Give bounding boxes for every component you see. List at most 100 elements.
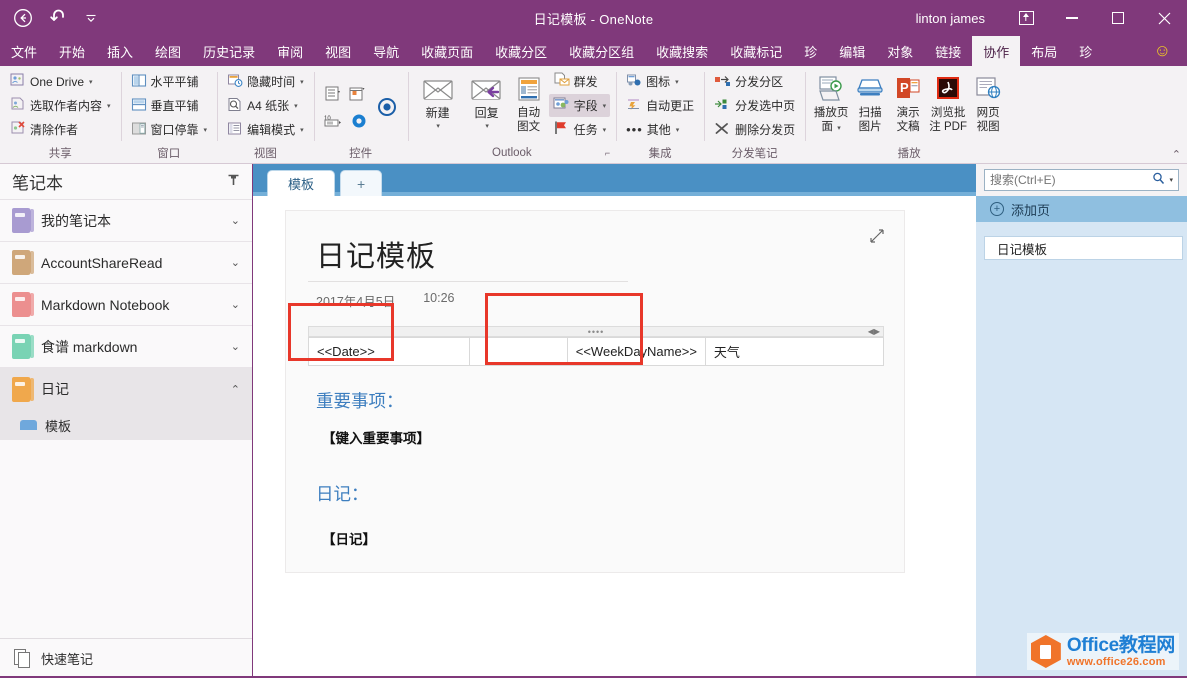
onedrive-button[interactable]: One Drive ▾ [6,70,115,93]
chevron-down-icon[interactable]: ▾ [300,78,304,86]
powerpoint-button[interactable]: P 演示 文稿 [889,70,927,136]
task-button[interactable]: 任务 ▾ [549,118,611,141]
add-page-button[interactable]: + 添加页 [976,196,1187,222]
cell-weekdayname[interactable]: <<WeekDayName>> [567,338,705,366]
maximize-button[interactable] [1095,0,1141,36]
tile-horizontal-button[interactable]: 水平平铺 [127,70,212,93]
chevron-down-icon[interactable]: ⌄ [231,214,240,227]
ribbon-tab-5[interactable]: 审阅 [266,36,314,66]
ribbon-tab-13[interactable]: 珍 [793,36,828,66]
chevron-down-icon[interactable]: ▾ [485,120,489,134]
chevron-down-icon[interactable]: ⌄ [231,298,240,311]
ribbon-tab-19[interactable]: 珍 [1068,36,1103,66]
chevron-down-icon[interactable]: ▾ [204,126,208,134]
chevron-down-icon[interactable]: ▾ [436,120,440,134]
list-control-icon[interactable] [324,85,342,108]
chevron-down-icon[interactable]: ▾ [89,78,93,86]
minimize-button[interactable] [1049,0,1095,36]
spinner-control-icon[interactable]: 10 [324,114,344,133]
tile-vertical-button[interactable]: 垂直平铺 [127,94,212,117]
page-content[interactable]: 日记模板 2017年4月5日 10:26 •••• ◀▶ <<Date>> < [285,210,905,573]
heading-diary[interactable]: 日记： [316,481,884,506]
section-item-0[interactable]: 模板 [0,410,252,440]
ribbon-tab-4[interactable]: 历史记录 [192,36,266,66]
ribbon-tab-18[interactable]: 布局 [1020,36,1068,66]
account-name[interactable]: linton james [916,11,1003,26]
chevron-down-icon[interactable]: ▾ [300,126,304,134]
collapse-ribbon-chevron-icon[interactable]: ⌃ [1172,148,1181,161]
body-important[interactable]: 【键入重要事项】 [322,427,884,447]
pdf-annotate-button[interactable]: 浏览批 注 PDF [927,70,969,136]
ribbon-tab-6[interactable]: 视图 [314,36,362,66]
icon-library-button[interactable]: 图标 ▾ [622,70,698,93]
chevron-down-icon[interactable]: ⌄ [231,256,240,269]
body-diary[interactable]: 【日记】 [322,528,884,548]
ribbon-tab-12[interactable]: 收藏标记 [719,36,793,66]
calendar-control-icon[interactable] [348,85,366,108]
cell-weather[interactable]: 天气 [705,338,883,366]
ribbon-tab-3[interactable]: 绘图 [144,36,192,66]
notebook-item-3[interactable]: 食谱 markdown⌄ [0,326,252,368]
search-input[interactable] [990,173,1148,187]
chevron-down-icon[interactable]: ▾ [107,102,111,110]
cell-empty[interactable] [470,338,568,366]
table-row[interactable]: <<Date>> <<WeekDayName>> 天气 [309,338,884,366]
ribbon-tab-9[interactable]: 收藏分区 [484,36,558,66]
table-container[interactable]: •••• ◀▶ <<Date>> <<WeekDayName>> 天气 [308,326,884,366]
smiley-feedback-icon[interactable]: ☺ [1154,36,1171,66]
chevron-down-icon[interactable]: ▾ [294,102,298,110]
ribbon-tab-15[interactable]: 对象 [876,36,924,66]
ribbon-tab-17[interactable]: 协作 [972,36,1020,66]
chevron-down-icon[interactable]: ▾ [675,78,679,86]
chevron-up-icon[interactable]: ⌃ [231,383,240,396]
search-box[interactable]: ▾ [984,169,1179,191]
scan-image-button[interactable]: 扫描 图片 [851,70,889,136]
add-section-button[interactable]: + [340,170,382,196]
pin-icon[interactable] [227,173,240,190]
notebook-item-1[interactable]: AccountShareRead⌄ [0,242,252,284]
chevron-down-icon[interactable]: ▾ [1169,176,1173,184]
a4-paper-button[interactable]: A4 纸张 ▾ [223,94,308,117]
delete-distributed-pages-button[interactable]: 删除分发页 [710,118,799,141]
mass-send-button[interactable]: 群发 [549,70,611,93]
dock-window-button[interactable]: 窗口停靠 ▾ [127,118,212,141]
ribbon-tab-7[interactable]: 导航 [362,36,410,66]
chevron-down-icon[interactable]: ▾ [603,126,607,134]
section-tab-template[interactable]: 模板 [267,170,335,196]
ribbon-tab-2[interactable]: 插入 [96,36,144,66]
autocorrect-button[interactable]: 自动更正 [622,94,698,117]
blue-donut-icon[interactable] [350,112,368,135]
chevron-down-icon[interactable]: ⌄ [231,340,240,353]
play-page-button[interactable]: 播放页 面 ▾ [811,70,851,138]
quick-note-item[interactable]: 快速笔记 [0,638,252,678]
table-handle[interactable]: •••• ◀▶ [308,326,884,337]
pick-author-content-button[interactable]: 选取作者内容 ▾ [6,94,115,117]
edit-mode-button[interactable]: 编辑模式 ▾ [223,118,308,141]
ribbon-tab-0[interactable]: 文件 [0,36,48,66]
back-circle-icon[interactable] [12,7,34,29]
ribbon-tab-10[interactable]: 收藏分区组 [558,36,645,66]
template-table[interactable]: <<Date>> <<WeekDayName>> 天气 [308,337,884,366]
notebook-item-4[interactable]: 日记⌃ [0,368,252,410]
new-mail-button[interactable]: 新建 ▾ [414,70,462,136]
radio-target-icon[interactable] [376,96,398,123]
chevron-down-icon[interactable]: ▾ [676,126,680,134]
list-item[interactable]: 日记模板 [984,236,1183,260]
close-button[interactable] [1141,0,1187,36]
undo-icon[interactable] [48,7,70,29]
distribute-section-button[interactable]: 分发分区 [710,70,799,93]
expand-page-icon[interactable] [870,229,884,246]
table-resize-arrows-icon[interactable]: ◀▶ [868,327,880,336]
hide-time-button[interactable]: 隐藏时间 ▾ [223,70,308,93]
notebook-item-2[interactable]: Markdown Notebook⌄ [0,284,252,326]
dialog-launcher-icon[interactable]: ⌐ [605,148,610,158]
page-canvas[interactable]: 日记模板 2017年4月5日 10:26 •••• ◀▶ <<Date>> < [253,196,976,678]
ribbon-tab-11[interactable]: 收藏搜索 [645,36,719,66]
more-button[interactable]: ••• 其他 ▾ [622,118,698,141]
notebook-item-0[interactable]: 我的笔记本⌄ [0,200,252,242]
heading-important[interactable]: 重要事项： [316,388,884,413]
page-title[interactable]: 日记模板 [308,233,628,282]
clear-author-button[interactable]: 清除作者 [6,118,115,141]
ribbon-tab-1[interactable]: 开始 [48,36,96,66]
ribbon-tab-14[interactable]: 编辑 [828,36,876,66]
